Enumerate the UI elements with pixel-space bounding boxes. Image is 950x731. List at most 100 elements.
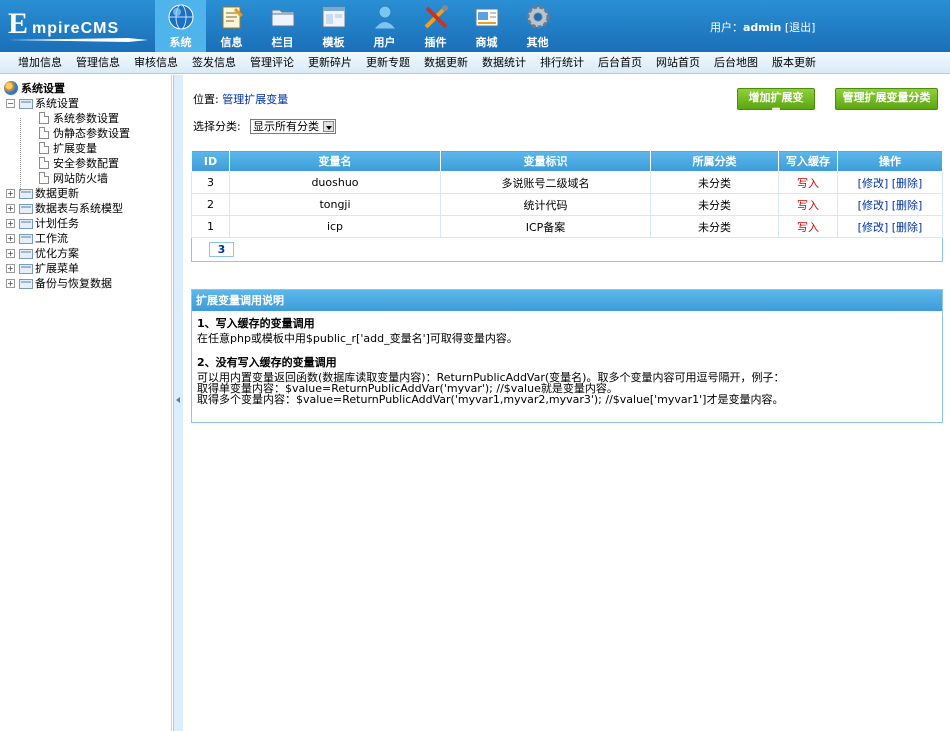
window-icon: [322, 6, 346, 28]
cell-cache: 写入: [778, 193, 838, 216]
top-header: E mpireCMS 系统 信息 栏目 模板 用户 插件 商城 其他 用户：ad…: [0, 0, 950, 52]
tree-group-menu[interactable]: + 扩展菜单: [4, 261, 164, 276]
cell-name: icp: [229, 215, 441, 238]
tree-group-workflow[interactable]: + 工作流: [4, 231, 164, 246]
tree-group-label: 工作流: [35, 232, 68, 245]
edit-link[interactable]: [修改]: [858, 221, 889, 234]
nav-plugin[interactable]: 插件: [410, 0, 461, 52]
nav-info[interactable]: 信息: [206, 0, 257, 52]
notepad-icon: [222, 6, 243, 29]
nav-label: 栏目: [271, 36, 294, 49]
usage-info-panel: 扩展变量调用说明 1、写入缓存的变量调用 在任意php或模板中用$public_…: [191, 289, 943, 423]
folder-icon: [19, 234, 33, 244]
cell-actions: [修改] [删除]: [837, 171, 943, 194]
col-actions: 操作: [837, 150, 943, 172]
expand-icon: +: [6, 249, 15, 258]
nav-other[interactable]: 其他: [512, 0, 563, 52]
tree-group-label: 数据更新: [35, 187, 79, 200]
tree-group-tables[interactable]: + 数据表与系统模型: [4, 201, 164, 216]
category-select[interactable]: 显示所有分类: [250, 119, 336, 134]
expand-icon: +: [6, 264, 15, 273]
expand-icon: +: [6, 234, 15, 243]
subnav-add-info[interactable]: 增加信息: [12, 52, 68, 73]
add-variable-button[interactable]: 增加扩展变量: [737, 88, 815, 120]
page-number[interactable]: 3: [209, 242, 234, 257]
tree-item-system-params[interactable]: 系统参数设置: [4, 111, 164, 126]
sub-nav: 增加信息 管理信息 审核信息 签发信息 管理评论 更新碎片 更新专题 数据更新 …: [0, 52, 950, 74]
info-heading-1: 1、写入缓存的变量调用: [197, 317, 315, 330]
breadcrumb: 位置: 管理扩展变量: [193, 91, 288, 107]
empirecms-logo[interactable]: E mpireCMS: [8, 8, 150, 44]
info-body: 1、写入缓存的变量调用 在任意php或模板中用$public_r['add_变量…: [192, 311, 942, 412]
subnav-admin-map[interactable]: 后台地图: [708, 52, 764, 73]
nav-column[interactable]: 栏目: [257, 0, 308, 52]
user-label: 用户：: [710, 21, 743, 34]
delete-link[interactable]: [删除]: [892, 177, 923, 190]
breadcrumb-link[interactable]: 管理扩展变量: [222, 93, 288, 106]
subnav-rank-stats[interactable]: 排行统计: [534, 52, 590, 73]
folder-icon: [19, 189, 33, 199]
subnav-site-home[interactable]: 网站首页: [650, 52, 706, 73]
cell-mark: 统计代码: [440, 193, 651, 216]
tree-root[interactable]: 系统设置: [4, 81, 164, 96]
main-content: 位置: 管理扩展变量 增加扩展变量 管理扩展变量分类 选择分类: 显示所有分类 …: [184, 75, 950, 731]
subnav-data-update[interactable]: 数据更新: [418, 52, 474, 73]
subnav-admin-home[interactable]: 后台首页: [592, 52, 648, 73]
subnav-update-fragments[interactable]: 更新碎片: [302, 52, 358, 73]
settings-gear-icon: [4, 81, 18, 95]
col-id: ID: [191, 150, 230, 172]
manage-categories-button[interactable]: 管理扩展变量分类: [835, 88, 938, 110]
tree-group-optimize[interactable]: + 优化方案: [4, 246, 164, 261]
subnav-version-update[interactable]: 版本更新: [766, 52, 822, 73]
tree-group-backup[interactable]: + 备份与恢复数据: [4, 276, 164, 291]
cell-actions: [修改] [删除]: [837, 193, 943, 216]
nav-label: 其他: [526, 36, 549, 49]
tree-item-pseudo-static[interactable]: 伪静态参数设置: [4, 126, 164, 141]
tree-item-label: 安全参数配置: [53, 157, 119, 170]
nav-template[interactable]: 模板: [308, 0, 359, 52]
tree-item-security[interactable]: 安全参数配置: [4, 156, 164, 171]
main-nav: 系统 信息 栏目 模板 用户 插件 商城 其他: [155, 0, 563, 52]
col-mark: 变量标识: [440, 150, 651, 172]
nav-shop[interactable]: 商城: [461, 0, 512, 52]
nav-label: 商城: [475, 36, 498, 49]
tree-item-label: 扩展变量: [53, 142, 97, 155]
delete-link[interactable]: [删除]: [892, 221, 923, 234]
settings-tree: 系统设置 − 系统设置 系统参数设置 伪静态参数设置 扩展变量 安全参数配置 网…: [4, 81, 164, 291]
subnav-review-info[interactable]: 审核信息: [128, 52, 184, 73]
tree-item-extend-vars[interactable]: 扩展变量: [4, 141, 164, 156]
cell-id: 2: [191, 193, 230, 216]
folder-icon: [19, 279, 33, 289]
nav-system[interactable]: 系统: [155, 0, 206, 52]
table-row: 2 tongji 统计代码 未分类 写入 [修改] [删除]: [191, 193, 943, 216]
collapse-arrow-icon[interactable]: [176, 397, 180, 403]
subnav-update-topics[interactable]: 更新专题: [360, 52, 416, 73]
table-row: 3 duoshuo 多说账号二级域名 未分类 写入 [修改] [删除]: [191, 171, 943, 194]
page-icon: [39, 112, 49, 124]
delete-link[interactable]: [删除]: [892, 199, 923, 212]
subnav-manage-comments[interactable]: 管理评论: [244, 52, 300, 73]
tree-item-firewall[interactable]: 网站防火墙: [4, 171, 164, 186]
logo-swoosh-icon: [8, 38, 148, 42]
nav-user[interactable]: 用户: [359, 0, 410, 52]
folder-icon: [19, 204, 33, 214]
info-text-1: 在任意php或模板中用$public_r['add_变量名']可取得变量内容。: [197, 332, 518, 345]
nav-label: 插件: [424, 36, 447, 49]
tree-group-data-update[interactable]: + 数据更新: [4, 186, 164, 201]
edit-link[interactable]: [修改]: [858, 177, 889, 190]
subnav-data-stats[interactable]: 数据统计: [476, 52, 532, 73]
info-heading-2: 2、没有写入缓存的变量调用: [197, 356, 337, 369]
subnav-sign-info[interactable]: 签发信息: [186, 52, 242, 73]
edit-link[interactable]: [修改]: [858, 199, 889, 212]
cell-actions: [修改] [删除]: [837, 215, 943, 238]
col-category: 所属分类: [650, 150, 779, 172]
tree-group-system[interactable]: − 系统设置: [4, 96, 164, 111]
subnav-manage-info[interactable]: 管理信息: [70, 52, 126, 73]
sidebar-splitter[interactable]: [173, 75, 183, 731]
logout-link[interactable]: [退出]: [785, 21, 816, 34]
tree-group-label: 计划任务: [35, 217, 79, 230]
info-title: 扩展变量调用说明: [192, 290, 942, 311]
folder-icon: [19, 249, 33, 259]
tree-group-tasks[interactable]: + 计划任务: [4, 216, 164, 231]
logo-text: mpireCMS: [32, 20, 120, 37]
